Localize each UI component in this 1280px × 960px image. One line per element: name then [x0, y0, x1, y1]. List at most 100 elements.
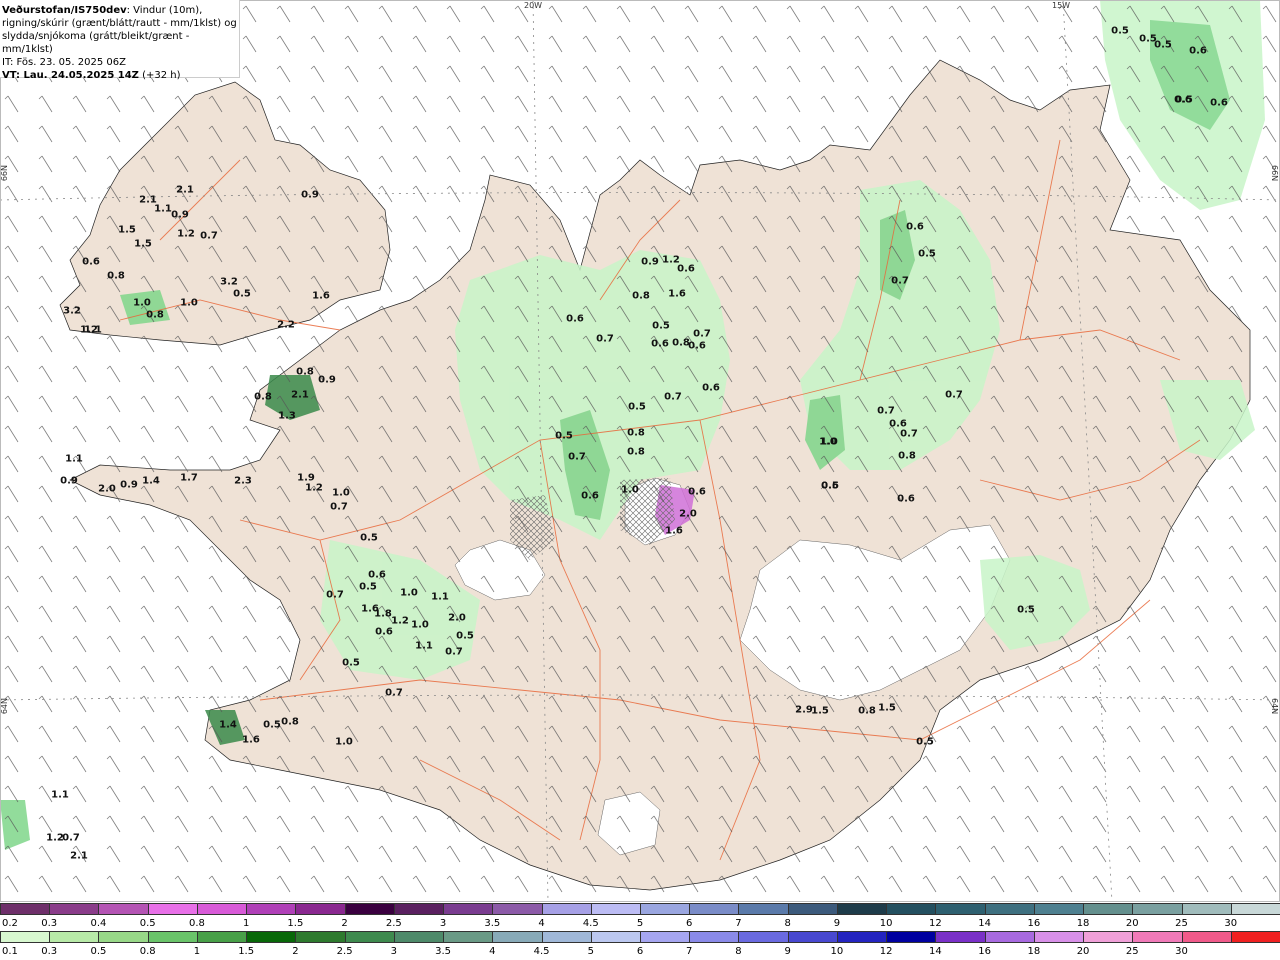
legend-color-cell	[984, 931, 1035, 943]
precip-value-label: 1.6	[668, 288, 686, 300]
legend-tick-label: 8	[784, 918, 791, 929]
legend-color-cell	[98, 903, 149, 915]
precip-value-label: 1.1	[154, 203, 172, 215]
precip-value-label: 1.5	[118, 224, 136, 236]
legend-color-cell	[689, 903, 740, 915]
precip-value-label: 0.5	[1111, 25, 1129, 37]
precip-value-label: 0.5	[359, 581, 377, 593]
precip-value-label: 1.0	[133, 297, 151, 309]
legend-color-cell	[147, 931, 198, 943]
header-valid-time: VT: Lau. 24.05.2025 14Z	[2, 70, 139, 81]
precip-value-label: 0.5	[342, 657, 360, 669]
legend-color-cell	[49, 903, 100, 915]
precip-value-label: 1.4	[219, 719, 237, 731]
precip-value-label: 0.6	[566, 313, 584, 325]
map-header: Veðurstofan/IS750dev: Vindur (10m), rign…	[0, 0, 240, 81]
precip-value-label: 0.5	[918, 248, 936, 260]
legend-color-cell	[1181, 931, 1232, 943]
legend-tick-label: 9	[833, 918, 841, 929]
legend-tick-label: 7	[735, 918, 742, 929]
legend-color-cell	[393, 931, 445, 943]
precip-value-label: 0.8	[254, 391, 272, 403]
legend-tick-label: 0.5	[139, 918, 156, 929]
precip-value-label: 1.0	[819, 436, 837, 448]
legend-tick-label: 0.3	[41, 918, 58, 929]
legend-tick-label: 2.5	[336, 946, 353, 957]
legend-tick-label: 12	[879, 946, 893, 957]
header-line2: rigning/skúrir (grænt/blátt/rautt - mm/1…	[2, 18, 237, 29]
precip-value-label: 2.1	[70, 850, 88, 862]
precip-value-label: 1.5	[811, 705, 829, 717]
precip-value-label: 2.0	[98, 483, 116, 495]
legend-color-cell	[295, 931, 346, 943]
legend-tick-label: 7	[686, 946, 693, 957]
legend-tick-label: 16	[1027, 918, 1041, 929]
precip-value-label: 0.6	[906, 221, 924, 233]
legend-color-cell	[787, 931, 838, 943]
legend-color-cell	[443, 931, 494, 943]
precip-value-label: 0.7	[62, 832, 80, 844]
header-lead-time: (+32 h)	[138, 70, 181, 81]
precip-value-label: 0.8	[627, 446, 645, 458]
precip-value-label: 1.3	[278, 410, 296, 422]
legend-tick-label: 4.5	[533, 946, 550, 957]
legend-color-cell	[590, 931, 641, 943]
legend-tick-label: 1	[193, 946, 201, 957]
precip-value-label: 0.7	[385, 687, 403, 699]
precip-value-label: 0.5	[628, 401, 646, 413]
lon-label-20w: 20W	[524, 1, 543, 10]
legend-color-cell	[492, 903, 543, 915]
precip-value-label: 1.2	[177, 228, 195, 240]
precip-value-label: 0.8	[281, 716, 299, 728]
precip-value-label: 1.1	[51, 789, 69, 801]
legend-tick-label: 6	[636, 946, 644, 957]
legend-color-cell	[738, 931, 789, 943]
precip-value-label: 0.8	[146, 309, 164, 321]
precip-value-label: 0.7	[330, 501, 348, 513]
legend-tick-label: 2	[292, 946, 299, 957]
precip-value-label: 2.0	[679, 508, 697, 520]
legend-color-cell	[541, 903, 592, 915]
legend-color-cell	[0, 903, 51, 915]
precip-value-label: 2.1	[291, 389, 309, 401]
precip-value-label: 1.4	[142, 475, 160, 487]
lat-label-64n-right: 64N	[1270, 698, 1279, 715]
precip-value-label: 1.0	[400, 587, 418, 599]
legend-rain-bar	[0, 931, 1280, 945]
legend-color-cell	[541, 931, 592, 943]
precip-value-label: 0.7	[568, 451, 586, 463]
precip-value-label: 0.6	[368, 569, 386, 581]
precip-value-label: 0.6	[897, 493, 915, 505]
precip-value-label: 0.7	[900, 428, 918, 440]
precip-value-label: 0.5	[916, 736, 934, 748]
legend-color-cell	[443, 903, 494, 915]
legend-color-cell	[196, 903, 248, 915]
legend-tick-label: 3	[390, 946, 398, 957]
precip-value-label: 0.8	[898, 450, 916, 462]
precip-value-label: 1.2	[391, 615, 409, 627]
precip-value-label: 1.8	[374, 608, 392, 620]
legend-tick-label: 30	[1175, 946, 1188, 957]
lat-label-66n-left: 66N	[0, 165, 9, 182]
precip-value-label: 1.6	[312, 290, 330, 302]
precip-value-label: 0.5	[555, 430, 573, 442]
precip-value-label: 0.8	[858, 705, 876, 717]
precip-value-label: 0.9	[60, 475, 78, 487]
precip-value-label: 0.5	[652, 320, 670, 332]
precip-value-label: 0.6	[82, 256, 100, 268]
precip-value-label: 1.0	[411, 619, 429, 631]
precip-value-label: 0.5	[263, 719, 281, 731]
legend-tick-label: 0.3	[41, 946, 58, 957]
legend-color-cell	[1083, 931, 1134, 943]
legend-color-cell	[0, 931, 51, 943]
legend-tick-label: 12	[929, 918, 942, 929]
precip-value-label: 0.7	[664, 391, 682, 403]
precip-value-label: 1.1	[415, 640, 433, 652]
precip-value-label: 1.1	[84, 324, 102, 336]
precip-value-label: 0.9	[641, 256, 659, 268]
legend-tick-label: 10	[830, 946, 844, 957]
legend-color-cell	[295, 903, 346, 915]
precip-value-label: 0.8	[107, 270, 125, 282]
legend-color-cell	[246, 931, 297, 943]
legend-color-cell	[640, 931, 691, 943]
